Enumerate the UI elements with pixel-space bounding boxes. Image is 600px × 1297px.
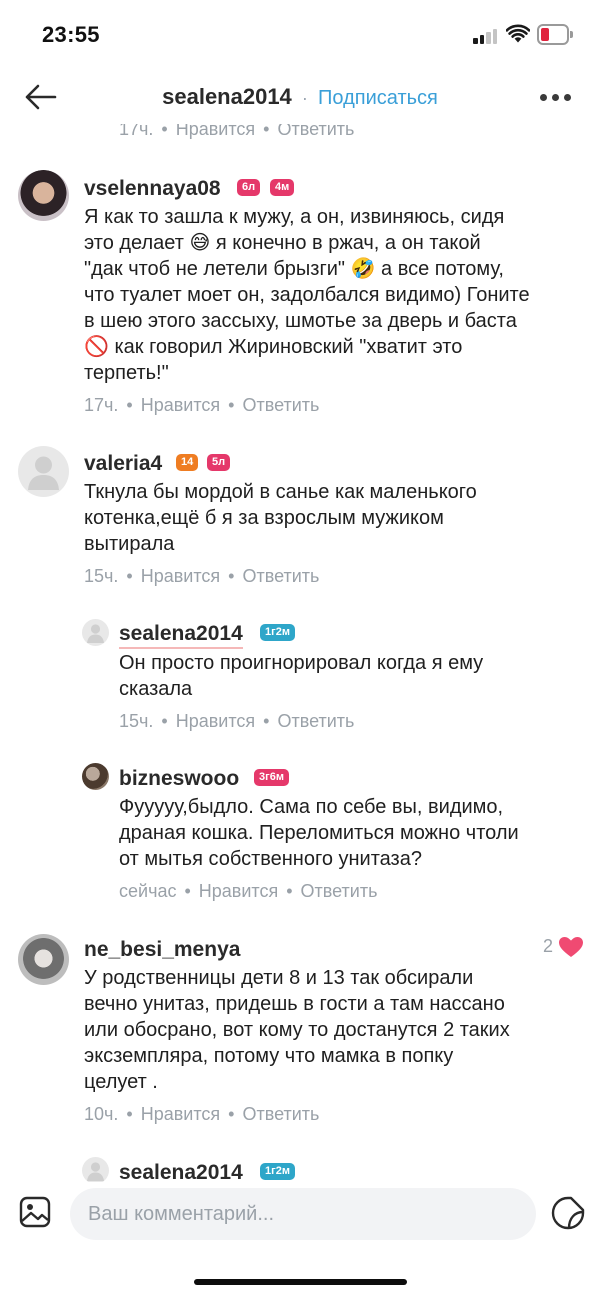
home-indicator [194,1279,407,1285]
reply-button[interactable]: Ответить [277,711,354,731]
reply-button[interactable]: Ответить [242,1104,319,1124]
like-button[interactable]: Нравится [176,124,255,139]
avatar[interactable] [18,170,69,221]
wifi-icon [506,24,530,43]
like-count: 2 [543,936,554,956]
avatar-placeholder-icon[interactable] [18,446,69,497]
comment-meta: 17ч. • Нравится • Ответить [119,124,354,140]
like-button[interactable]: Нравится [141,395,220,415]
comment-meta: сейчас • Нравится • Ответить [119,881,378,901]
more-dots-icon[interactable] [540,94,572,102]
level-badge: 4м [270,179,295,196]
battery-icon [537,24,573,45]
level-badge: 14 [176,454,199,471]
comment-text: Фууууу,быдло. Сама по себе вы, видимо, д… [119,796,519,870]
comment-time: 17ч. [84,395,119,415]
avatar[interactable] [18,934,69,985]
level-badge: 1г2м [260,1163,295,1180]
status-bar: 23:55 [0,0,600,70]
like-button[interactable]: Нравится [141,566,220,586]
comment-meta: 17ч. • Нравится • Ответить [84,395,320,415]
comment-meta: 15ч. • Нравится • Ответить [119,711,355,731]
like-button[interactable]: Нравится [176,711,255,731]
comment-time: сейчас [119,881,177,901]
level-badge: 6л [237,179,261,196]
like-button[interactable]: Нравится [141,1104,220,1124]
level-badge: 1г2м [260,624,295,641]
cellular-signal-icon [473,28,499,44]
reply-button[interactable]: Ответить [242,395,319,415]
status-time: 23:55 [42,22,100,47]
header-separator: · [301,88,308,108]
reply-button[interactable]: Ответить [301,881,378,901]
comment-username[interactable]: sealena2014 [119,622,243,649]
comment-composer [0,1182,600,1297]
like-button[interactable]: Нравится [199,881,278,901]
comment-time: 10ч. [84,1104,119,1124]
comment-time: 17ч. [119,124,154,139]
comment-text: У родственницы дети 8 и 13 так обсирали … [84,967,510,1093]
comment-username[interactable]: sealena2014 [119,1161,243,1182]
comment-text: Я как то зашла к мужу, а он, извиняюсь, … [84,206,530,384]
comment-username[interactable]: valeria4 [84,452,162,476]
image-icon[interactable] [19,1196,51,1228]
comment-meta: 10ч. • Нравится • Ответить [84,1104,320,1124]
comment-text: Ткнула бы мордой в санье как маленького … [84,481,477,555]
comment-meta: 15ч. • Нравится • Ответить [84,566,320,586]
follow-button[interactable]: Подписаться [318,87,438,109]
level-badge: 3г6м [254,769,289,786]
heart-icon[interactable] [558,936,584,958]
comment-input[interactable] [70,1188,536,1240]
reply-button[interactable]: Ответить [242,566,319,586]
header-title: sealena2014 · Подписаться [0,84,600,110]
comment-text: Он просто проигнорировал когда я ему ска… [119,652,484,700]
comment-username[interactable]: bizneswooo [119,767,239,791]
comment-time: 15ч. [119,711,154,731]
comment-time: 15ч. [84,566,119,586]
header: sealena2014 · Подписаться [0,70,600,124]
level-badge: 5л [207,454,231,471]
avatar-placeholder-icon[interactable] [82,619,109,646]
reply-button[interactable]: Ответить [277,124,354,139]
header-username[interactable]: sealena2014 [162,84,292,109]
avatar[interactable] [82,763,109,790]
sticker-icon[interactable] [551,1196,585,1230]
comments-feed[interactable]: 17ч. • Нравится • Ответить vselennaya08 6л 4… [0,124,600,1182]
comment-username[interactable]: ne_besi_menya [84,938,240,962]
comment-username[interactable]: vselennaya08 [84,177,221,201]
avatar-placeholder-icon[interactable] [82,1157,109,1182]
